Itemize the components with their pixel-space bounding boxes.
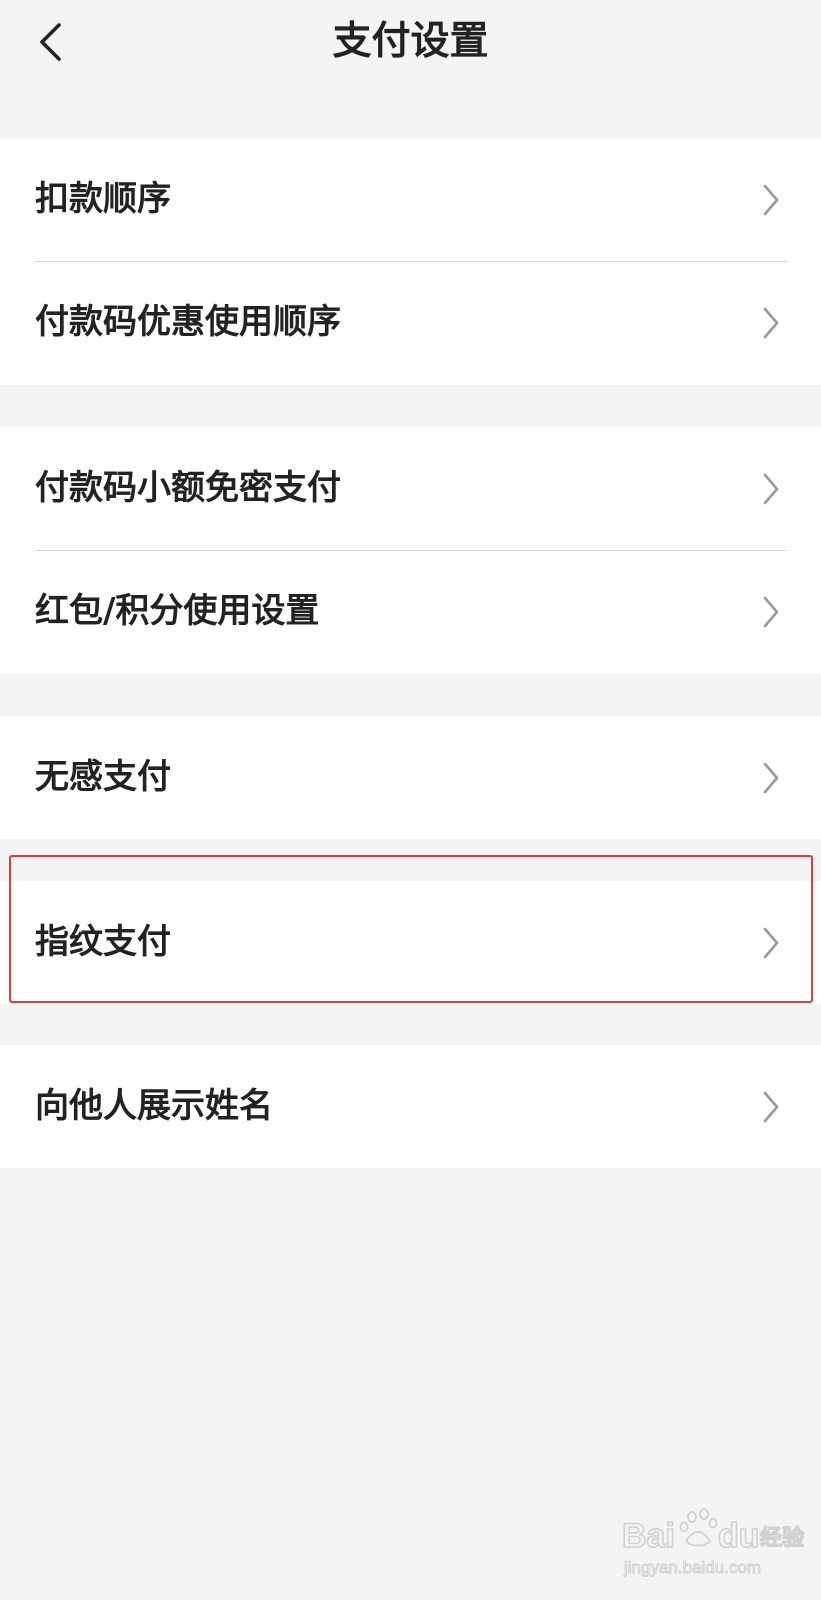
chevron-right-icon xyxy=(763,473,779,505)
settings-item-payment-code-discount-order[interactable]: 付款码优惠使用顺序 xyxy=(0,261,821,384)
chevron-right-icon xyxy=(763,596,779,628)
settings-item-small-password-free-payment[interactable]: 付款码小额免密支付 xyxy=(0,427,821,550)
page-title: 支付设置 xyxy=(332,19,489,64)
settings-item-label: 向他人展示姓名 xyxy=(35,1086,273,1126)
svg-text:du: du xyxy=(718,1517,760,1555)
navigation-bar: 支付设置 xyxy=(0,0,821,90)
settings-group-4: 指纹支付 xyxy=(0,881,821,1004)
settings-group-5: 向他人展示姓名 xyxy=(0,1045,821,1168)
svg-text:Bai: Bai xyxy=(622,1517,675,1555)
settings-item-red-packet-points[interactable]: 红包/积分使用设置 xyxy=(0,550,821,673)
baidu-jingyan-watermark: Bai du 经验 jingyan.baidu.com xyxy=(621,1508,805,1578)
svg-text:jingyan.baidu.com: jingyan.baidu.com xyxy=(623,1558,761,1577)
back-button[interactable] xyxy=(22,12,78,72)
settings-group-1: 扣款顺序 付款码优惠使用顺序 xyxy=(0,138,821,385)
settings-group-2: 付款码小额免密支付 红包/积分使用设置 xyxy=(0,427,821,674)
settings-item-label: 无感支付 xyxy=(35,757,171,797)
chevron-right-icon xyxy=(763,307,779,339)
settings-item-label: 红包/积分使用设置 xyxy=(35,591,320,631)
settings-group-3: 无感支付 xyxy=(0,716,821,839)
settings-item-label: 扣款顺序 xyxy=(35,179,171,219)
chevron-right-icon xyxy=(763,762,779,794)
settings-item-label: 付款码优惠使用顺序 xyxy=(35,302,341,342)
settings-item-deduction-order[interactable]: 扣款顺序 xyxy=(0,138,821,261)
settings-item-label: 付款码小额免密支付 xyxy=(35,468,341,508)
chevron-right-icon xyxy=(763,927,779,959)
chevron-right-icon xyxy=(763,184,779,216)
chevron-right-icon xyxy=(763,1091,779,1123)
settings-item-show-name-to-others[interactable]: 向他人展示姓名 xyxy=(0,1045,821,1168)
settings-item-fingerprint-payment[interactable]: 指纹支付 xyxy=(0,881,821,1004)
svg-text:经验: 经验 xyxy=(760,1525,804,1551)
chevron-left-icon xyxy=(40,23,61,61)
settings-item-seamless-payment[interactable]: 无感支付 xyxy=(0,716,821,839)
settings-item-label: 指纹支付 xyxy=(35,922,171,962)
